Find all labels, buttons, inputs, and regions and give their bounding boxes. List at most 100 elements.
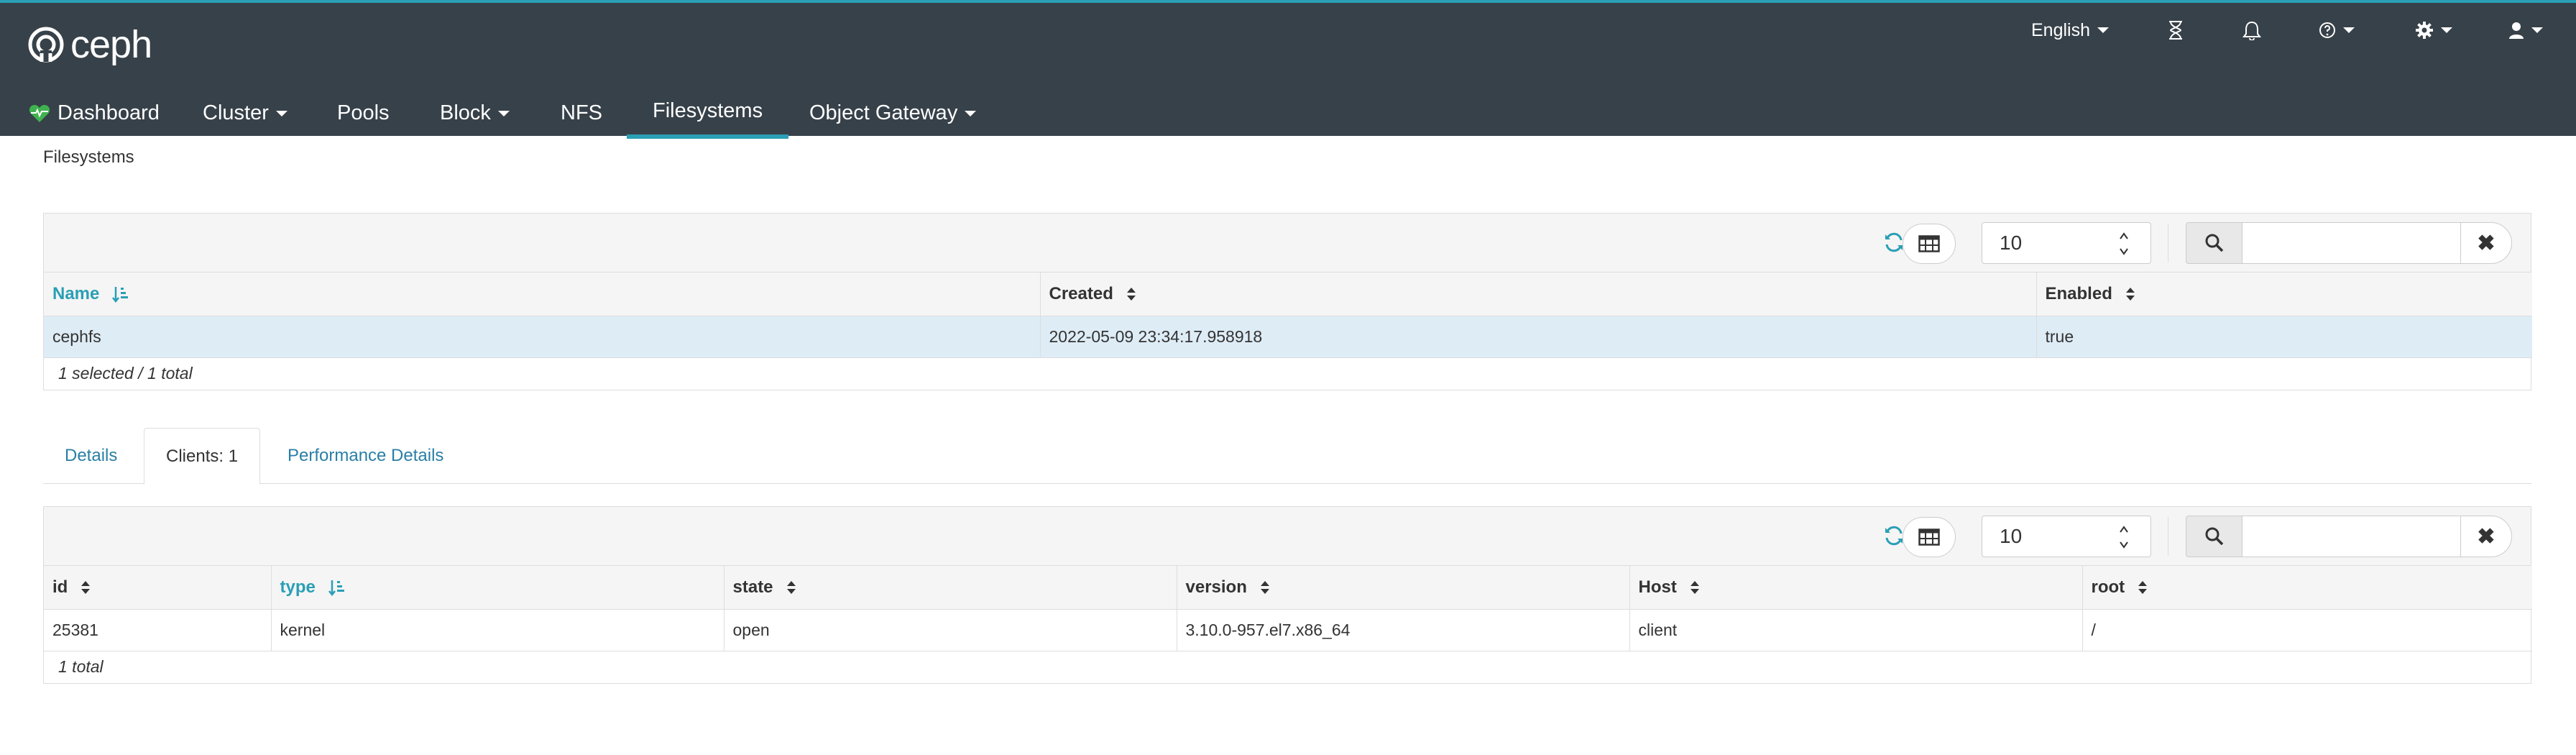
chevron-down-icon bbox=[2531, 27, 2543, 33]
language-label: English bbox=[2031, 19, 2090, 40]
cell-id: 25381 bbox=[44, 609, 272, 651]
clear-search-button[interactable]: ✖ bbox=[2460, 222, 2512, 264]
page-size-input[interactable]: 10 bbox=[1982, 222, 2151, 264]
chevron-down-icon bbox=[275, 110, 288, 116]
cell-created: 2022-05-09 23:34:17.958918 bbox=[1040, 316, 2037, 358]
notifications-button[interactable] bbox=[2242, 17, 2261, 43]
column-header-version[interactable]: version bbox=[1177, 566, 1630, 610]
sort-ascending-icon bbox=[328, 580, 344, 596]
column-header-id[interactable]: id bbox=[44, 566, 272, 610]
search-input[interactable] bbox=[2242, 516, 2462, 557]
column-header-label: Created bbox=[1049, 283, 1113, 303]
ceph-logo-icon bbox=[28, 27, 64, 63]
column-header-label: root bbox=[2091, 577, 2125, 597]
column-header-enabled[interactable]: Enabled bbox=[2036, 273, 2532, 316]
nav-nfs[interactable]: NFS bbox=[535, 88, 628, 139]
tab-details[interactable]: Details bbox=[43, 428, 139, 484]
close-icon: ✖ bbox=[2477, 524, 2496, 549]
search-input[interactable] bbox=[2242, 222, 2462, 264]
cell-name: cephfs bbox=[44, 316, 1041, 358]
main-nav: Dashboard Cluster Pools Block NFS Filesy… bbox=[0, 88, 2576, 139]
search-button[interactable] bbox=[2186, 516, 2243, 557]
nav-cluster[interactable]: Cluster bbox=[177, 88, 313, 139]
cell-state: open bbox=[724, 609, 1177, 651]
hourglass-icon bbox=[2169, 21, 2182, 40]
table-row[interactable]: cephfs 2022-05-09 23:34:17.958918 true bbox=[44, 316, 2532, 358]
cell-version: 3.10.0-957.el7.x86_64 bbox=[1177, 609, 1630, 651]
chevron-down-icon bbox=[2097, 27, 2109, 33]
column-header-root[interactable]: root bbox=[2082, 566, 2532, 610]
nav-nfs-label: NFS bbox=[561, 101, 602, 124]
table-footer: 1 total bbox=[58, 657, 104, 676]
chevron-down-icon bbox=[965, 110, 977, 116]
heartbeat-icon bbox=[29, 104, 50, 122]
tab-clients[interactable]: Clients: 1 bbox=[144, 428, 261, 485]
chevron-down-icon bbox=[2343, 27, 2355, 33]
column-header-created[interactable]: Created bbox=[1040, 273, 2037, 316]
ceph-logo[interactable]: ceph bbox=[27, 23, 152, 66]
column-toggle-button[interactable] bbox=[1903, 224, 1956, 264]
cell-enabled: true bbox=[2036, 316, 2532, 358]
nav-pools[interactable]: Pools bbox=[311, 88, 415, 139]
table-icon bbox=[1918, 528, 1940, 546]
page-size-input[interactable]: 10 bbox=[1982, 516, 2151, 557]
column-header-label: Name bbox=[52, 283, 100, 303]
refresh-icon bbox=[1885, 232, 1903, 252]
column-header-label: Enabled bbox=[2045, 283, 2112, 303]
detail-tabs: Details Clients: 1 Performance Details bbox=[43, 428, 2531, 485]
help-dropdown[interactable] bbox=[2319, 17, 2355, 43]
search-button[interactable] bbox=[2186, 222, 2243, 264]
column-header-host[interactable]: Host bbox=[1629, 566, 2083, 610]
search-icon bbox=[2205, 234, 2224, 252]
clients-grid: id type state version Host root 25381 ke… bbox=[44, 566, 2532, 651]
language-dropdown[interactable]: English bbox=[2031, 17, 2109, 43]
sort-icon bbox=[786, 580, 796, 594]
search-icon bbox=[2205, 527, 2224, 546]
filesystems-grid: Name Created Enabled cephfs 2022-05-09 2… bbox=[44, 273, 2532, 358]
nav-filesystems-label: Filesystems bbox=[653, 99, 763, 122]
nav-pools-label: Pools bbox=[337, 101, 390, 124]
column-header-state[interactable]: state bbox=[724, 566, 1177, 610]
refresh-icon bbox=[1885, 526, 1903, 546]
clients-table: 10 ✖ id type state version Host root 253… bbox=[43, 506, 2532, 684]
cell-type: kernel bbox=[271, 609, 724, 651]
nav-dashboard[interactable]: Dashboard bbox=[3, 88, 185, 139]
top-navbar: ceph English Dashboard Cluster Pools Blo… bbox=[0, 0, 2576, 139]
sort-icon bbox=[1690, 580, 1699, 594]
column-header-label: id bbox=[52, 577, 68, 597]
table-icon bbox=[1918, 235, 1940, 252]
user-icon bbox=[2509, 22, 2524, 39]
nav-object-gateway[interactable]: Object Gateway bbox=[783, 88, 1002, 139]
clear-search-button[interactable]: ✖ bbox=[2460, 516, 2512, 557]
settings-dropdown[interactable] bbox=[2415, 17, 2452, 43]
table-footer: 1 selected / 1 total bbox=[58, 364, 193, 383]
nav-block[interactable]: Block bbox=[414, 88, 535, 139]
chevron-down-icon bbox=[497, 110, 510, 116]
breadcrumb: Filesystems bbox=[43, 147, 134, 167]
brand-name: ceph bbox=[70, 23, 152, 66]
column-header-name[interactable]: Name bbox=[44, 273, 1041, 316]
table-row[interactable]: 25381 kernel open 3.10.0-957.el7.x86_64 … bbox=[44, 609, 2532, 651]
gear-icon bbox=[2416, 22, 2433, 39]
nav-object-gateway-label: Object Gateway bbox=[809, 101, 958, 124]
nav-block-label: Block bbox=[440, 101, 491, 124]
page-size-value: 10 bbox=[2000, 232, 2023, 254]
page-size-value: 10 bbox=[2000, 525, 2023, 547]
column-toggle-button[interactable] bbox=[1903, 517, 1956, 557]
bell-icon bbox=[2242, 21, 2261, 40]
column-header-label: state bbox=[732, 577, 773, 597]
close-icon: ✖ bbox=[2477, 231, 2496, 255]
background-tasks-button[interactable] bbox=[2168, 17, 2184, 43]
column-header-label: type bbox=[280, 577, 316, 597]
user-dropdown[interactable] bbox=[2508, 17, 2543, 43]
column-header-type[interactable]: type bbox=[271, 566, 724, 610]
spinner-arrows-icon[interactable] bbox=[2119, 523, 2129, 551]
spinner-arrows-icon[interactable] bbox=[2119, 230, 2129, 257]
nav-dashboard-label: Dashboard bbox=[58, 101, 160, 124]
nav-filesystems[interactable]: Filesystems bbox=[627, 88, 789, 139]
tab-performance-details[interactable]: Performance Details bbox=[266, 428, 465, 484]
nav-cluster-label: Cluster bbox=[203, 101, 269, 124]
table-toolbar: 10 ✖ bbox=[44, 214, 2531, 273]
help-icon bbox=[2319, 22, 2335, 38]
sort-icon bbox=[1126, 287, 1136, 301]
